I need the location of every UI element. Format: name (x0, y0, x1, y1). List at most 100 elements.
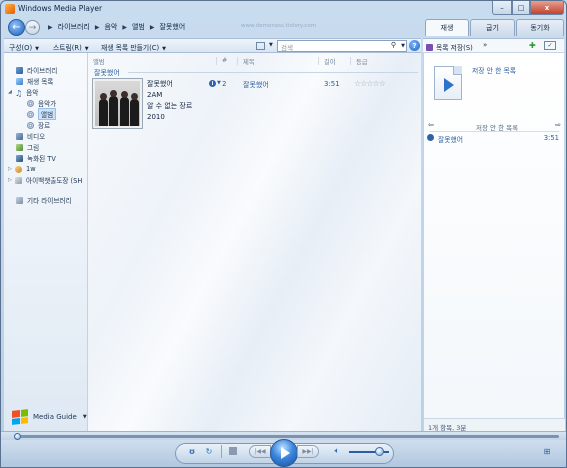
sidebar-item-pictures[interactable]: 그림 (16, 142, 39, 152)
chevron-down-icon[interactable]: ▼ (401, 43, 405, 49)
music-note-icon: ♫ (15, 88, 23, 98)
column-divider (237, 57, 238, 65)
back-button[interactable]: ← (8, 19, 25, 36)
library-content: 앨범 # 제목 길이 등급 잘못했어 잘못했어 2AM 알 수 없는 장르 20… (88, 53, 421, 431)
volume-slider-thumb[interactable] (375, 447, 384, 456)
list-divider (430, 131, 559, 132)
more-options-button[interactable]: » (483, 41, 487, 49)
search-icon[interactable]: ⚲ (391, 41, 396, 49)
view-options-icon[interactable] (256, 42, 265, 50)
column-header-row: 앨범 # 제목 길이 등급 (88, 55, 421, 66)
tab-sync[interactable]: 동기화 (516, 19, 564, 36)
track-title[interactable]: 잘못했어 (243, 80, 269, 90)
genre-icon (27, 121, 34, 129)
breadcrumb-album[interactable]: 앨범 (132, 22, 145, 32)
title-bar: Windows Media Player – □ x (1, 1, 566, 17)
column-divider (350, 57, 351, 65)
expand-icon[interactable]: ▷ (8, 166, 14, 172)
sidebar-item-artist[interactable]: 음악가 (27, 98, 56, 108)
previous-list-arrow-icon[interactable]: ⇦ (428, 121, 434, 129)
album-art[interactable] (92, 78, 143, 129)
sidebar-item-library[interactable]: 라이브러리 (16, 65, 57, 75)
maximize-button[interactable]: □ (512, 1, 530, 15)
search-input[interactable]: 검색 ⚲ ▼ (277, 40, 407, 52)
album-year[interactable]: 2010 (147, 112, 192, 123)
column-header-album[interactable]: 앨범 (93, 57, 105, 66)
wmp-app-icon (5, 4, 15, 14)
column-header-length[interactable]: 길이 (324, 57, 336, 66)
shuffle-icon[interactable]: ʊ (185, 445, 199, 457)
info-icon[interactable]: i (209, 80, 216, 87)
collapse-icon[interactable]: ◢ (8, 89, 14, 95)
list-pane: 저장 안 한 목록 ⇦ 저장 안 한 목록 ⇨ 잘못했어 3:51 1개 항목,… (423, 53, 565, 432)
close-button[interactable]: x (530, 1, 564, 15)
album-title[interactable]: 잘못했어 (147, 79, 192, 90)
artist-icon (27, 99, 34, 107)
sidebar-item-album[interactable]: 앨범 (27, 108, 57, 120)
sidebar-item-device[interactable]: ▷ 아이백챗출도장 (SH (8, 175, 82, 185)
chevron-down-icon[interactable]: ▼ (217, 80, 221, 86)
sidebar-item-label: 라이브러리 (27, 67, 58, 75)
sidebar-item-recorded-tv[interactable]: 녹화된 TV (16, 153, 56, 163)
album-info: 잘못했어 2AM 알 수 없는 장르 2010 (147, 79, 192, 123)
save-list-button[interactable]: 목록 저장(S) (426, 42, 473, 52)
next-track-button[interactable]: ▶▶| (297, 445, 319, 458)
chevron-down-icon: ▼ (35, 46, 40, 52)
seek-track[interactable] (14, 435, 559, 438)
album-genre[interactable]: 알 수 없는 장르 (147, 101, 192, 112)
seek-slider-thumb[interactable] (14, 433, 21, 440)
list-navigation: ⇦ 저장 안 한 목록 ⇨ (424, 121, 565, 132)
organize-menu[interactable]: 구성(O) ▼ (9, 42, 39, 52)
play-button[interactable] (270, 439, 298, 467)
album-group-header: 잘못했어 (94, 69, 120, 77)
minimize-button[interactable]: – (492, 1, 512, 15)
windows-logo-icon (12, 409, 28, 425)
breadcrumb-current[interactable]: 잘못했어 (159, 22, 185, 32)
list-item[interactable]: 잘못했어 3:51 (427, 133, 561, 144)
album-cover-image (95, 81, 140, 126)
recorded-tv-icon (16, 154, 23, 162)
sidebar-item-playlists[interactable]: 재생 목록 (16, 76, 53, 86)
create-playlist-menu[interactable]: 재생 목록 만들기(C) ▼ (101, 42, 166, 52)
sidebar-item-video[interactable]: 비디오 (16, 131, 45, 141)
switch-to-now-playing-icon[interactable]: ⊞ (541, 446, 553, 457)
volume-icon[interactable]: 🔈︎ (332, 445, 342, 457)
sidebar-item-music[interactable]: ◢ ♫ 음악 (8, 87, 38, 98)
repeat-icon[interactable]: ↻ (203, 445, 215, 457)
next-list-arrow-icon[interactable]: ⇨ (555, 121, 561, 129)
tab-burn[interactable]: 굽기 (470, 19, 515, 36)
chevron-down-icon[interactable]: ▼ (269, 42, 273, 48)
track-rating-stars[interactable]: ☆☆☆☆☆ (354, 79, 386, 88)
sidebar-item-other-libraries[interactable]: 기타 라이브러리 (16, 195, 72, 205)
media-guide-button[interactable]: Media Guide ▼ (12, 409, 87, 425)
unsaved-list-title[interactable]: 저장 안 한 목록 (472, 65, 516, 75)
expand-icon[interactable]: ▷ (8, 177, 14, 183)
library-toolbar: 구성(O) ▼ 스트림(R) ▼ 재생 목록 만들기(C) ▼ ▼ 검색 ⚲ ▼ ? (4, 38, 421, 53)
list-options-icon[interactable]: ✓ (544, 41, 556, 50)
stop-icon[interactable] (229, 447, 237, 455)
navigation-pane: 라이브러리 재생 목록 ◢ ♫ 음악 음악가 앨범 장르 비디오 그림 녹화된 … (4, 53, 88, 431)
search-placeholder: 검색 (281, 44, 293, 52)
other-libraries-icon (16, 196, 23, 204)
column-divider (216, 57, 217, 65)
window-controls: – □ x (492, 1, 564, 15)
column-header-number[interactable]: # (222, 57, 227, 64)
stream-menu[interactable]: 스트림(R) ▼ (53, 42, 89, 52)
add-to-list-icon[interactable]: ✚ (529, 41, 536, 50)
help-icon[interactable]: ? (409, 40, 420, 51)
sidebar-item-user-library[interactable]: ▷ 1w (8, 164, 36, 174)
wmp-window: Windows Media Player – □ x ← → ▶ 라이브러리 ▶… (0, 0, 567, 468)
sidebar-item-genre[interactable]: 장르 (27, 120, 50, 130)
media-guide-label: Media Guide (33, 413, 77, 421)
column-header-title[interactable]: 제목 (243, 57, 255, 66)
tab-play[interactable]: 재생 (425, 19, 469, 36)
album-artist[interactable]: 2AM (147, 90, 192, 101)
column-header-rating[interactable]: 등급 (356, 57, 368, 66)
playlist-document-icon (434, 66, 462, 100)
album-cover-figure (99, 93, 108, 126)
breadcrumb-library[interactable]: 라이브러리 (58, 22, 90, 32)
sidebar-item-label: 1w (26, 165, 36, 173)
breadcrumb-music[interactable]: 음악 (104, 22, 117, 32)
previous-track-button[interactable]: |◀◀ (249, 445, 271, 458)
forward-button[interactable]: → (25, 20, 40, 35)
